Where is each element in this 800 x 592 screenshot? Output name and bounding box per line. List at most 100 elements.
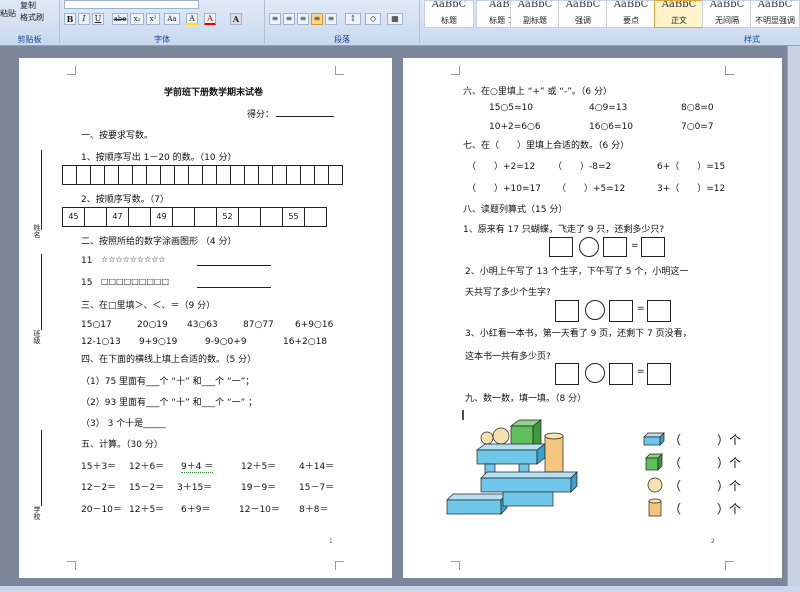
style-strong[interactable]: AaBbC 要点	[606, 0, 656, 28]
font-name-box[interactable]	[64, 0, 199, 9]
char-shading-button[interactable]: A	[230, 13, 242, 25]
answer-box[interactable]	[555, 363, 579, 385]
number-cell[interactable]	[272, 165, 287, 185]
line-spacing-button[interactable]: ↕	[345, 13, 361, 25]
number-cell[interactable]	[286, 165, 301, 185]
number-cell[interactable]	[76, 165, 91, 185]
section-4-heading: 四、在下面的横线上填上合适的数。（5 分）	[81, 355, 257, 365]
sequence-cell[interactable]: 45	[62, 207, 85, 227]
calc-5: 4＋14＝	[299, 462, 335, 472]
page-1[interactable]: 学前班下册数学期末试卷 得分： 一、按要求写数。 1、按顺序写出 1－20 的数…	[19, 58, 392, 578]
answer-box[interactable]	[641, 237, 665, 257]
section-2-heading: 二、按照所给的数字涂画图形 （4 分）	[81, 237, 237, 247]
operator-circle[interactable]	[585, 363, 605, 383]
italic-button[interactable]: I	[78, 13, 90, 25]
answer-box[interactable]	[555, 300, 579, 322]
number-cell[interactable]	[188, 165, 203, 185]
answer-box[interactable]	[647, 363, 671, 385]
change-case-button[interactable]: Aa	[164, 13, 180, 25]
strikethrough-button[interactable]: abe	[112, 13, 128, 25]
score-blank[interactable]	[276, 116, 334, 117]
number-cell[interactable]	[216, 165, 231, 185]
distribute-button[interactable]: ≡	[325, 13, 337, 25]
style-emphasis[interactable]: AaBbC 强调	[558, 0, 608, 28]
number-cell[interactable]	[118, 165, 133, 185]
word-problem-2a: 2、小明上午写了 13 个生字，下午写了 5 个，小明这一	[465, 267, 689, 277]
align-right-button[interactable]: ≡	[297, 13, 309, 25]
page-number: 2	[711, 538, 715, 545]
sequence-cell[interactable]: 49	[150, 207, 173, 227]
sequence-cell[interactable]: 52	[216, 207, 239, 227]
number-cell[interactable]	[300, 165, 315, 185]
count-cylinder[interactable]: （ ）个	[669, 500, 741, 517]
page-2[interactable]: 六、在○里填上 “+” 或 “-”。（6 分） 15○5=10 4○9=13 8…	[403, 58, 782, 578]
font-color-button[interactable]: A	[204, 13, 216, 25]
number-cell[interactable]	[104, 165, 119, 185]
answer-box[interactable]	[549, 237, 573, 257]
justify-button[interactable]: ≡	[311, 13, 323, 25]
style-normal[interactable]: AaBbC 正文	[654, 0, 704, 28]
count-cube[interactable]: （ ）个	[669, 454, 741, 471]
align-center-button[interactable]: ≡	[283, 13, 295, 25]
calc-14: 12－10＝	[239, 505, 280, 515]
sequence-cell[interactable]	[128, 207, 151, 227]
calc-1: 15＋3＝	[81, 462, 117, 472]
section-1-heading: 一、按要求写数。	[81, 131, 154, 141]
font-label: 字体	[154, 35, 170, 44]
number-cell[interactable]	[90, 165, 105, 185]
style-subtle-emphasis[interactable]: AaBbC 不明显强调	[750, 0, 800, 28]
section-5-heading: 五、计算。（30 分）	[81, 440, 163, 450]
sequence-cell[interactable]: 47	[106, 207, 129, 227]
number-cell[interactable]	[132, 165, 147, 185]
word-problem-1: 1、原来有 17 只蝴蝶，飞走了 9 只，还剩多少只?	[463, 225, 665, 235]
sequence-cell[interactable]	[238, 207, 261, 227]
answer-box[interactable]	[603, 237, 627, 257]
count-cuboid[interactable]: （ ）个	[669, 431, 741, 448]
sequence-cell[interactable]	[172, 207, 195, 227]
superscript-button[interactable]: x²	[146, 13, 160, 25]
style-title[interactable]: AaBbC 标题	[424, 0, 474, 28]
number-cell[interactable]	[328, 165, 343, 185]
stars-line[interactable]	[197, 265, 271, 266]
compare-5: 6+9○16	[295, 320, 334, 330]
number-cell[interactable]	[174, 165, 189, 185]
answer-box[interactable]	[609, 300, 633, 322]
number-cell[interactable]	[244, 165, 259, 185]
number-cell[interactable]	[160, 165, 175, 185]
copy-button[interactable]: 复制	[20, 0, 36, 11]
number-cell[interactable]	[258, 165, 273, 185]
align-left-button[interactable]: ≡	[269, 13, 281, 25]
number-cell[interactable]	[230, 165, 245, 185]
count-sphere[interactable]: （ ）个	[669, 477, 741, 494]
bold-button[interactable]: B	[64, 13, 76, 25]
border-button[interactable]: ▦	[387, 13, 403, 25]
sequence-cell[interactable]	[304, 207, 327, 227]
section-1-q1: 1、按顺序写出 1－20 的数。（10 分）	[81, 153, 237, 163]
vertical-scrollbar[interactable]	[787, 46, 800, 592]
sequence-cell[interactable]	[84, 207, 107, 227]
answer-box[interactable]	[609, 363, 633, 385]
operator-circle[interactable]	[585, 300, 605, 320]
squares-line[interactable]	[197, 287, 271, 288]
underline-button[interactable]: U	[92, 13, 104, 25]
status-bar	[0, 586, 800, 592]
styles-label: 样式	[744, 35, 760, 44]
number-cell[interactable]	[202, 165, 217, 185]
paste-button[interactable]: 粘贴	[0, 8, 16, 19]
shading-button[interactable]: ◇	[365, 13, 381, 25]
number-cell[interactable]	[314, 165, 329, 185]
style-no-spacing[interactable]: AaBbC 无间隔	[702, 0, 752, 28]
answer-box[interactable]	[647, 300, 671, 322]
number-cell[interactable]	[62, 165, 77, 185]
sequence-cell[interactable]: 55	[282, 207, 305, 227]
sequence-cell[interactable]	[260, 207, 283, 227]
number-cell[interactable]	[146, 165, 161, 185]
sequence-cell[interactable]	[194, 207, 217, 227]
subscript-button[interactable]: x₂	[130, 13, 144, 25]
operator-circle[interactable]	[579, 237, 599, 257]
binding-line	[41, 150, 42, 230]
format-painter-button[interactable]: 格式刷	[20, 12, 44, 23]
highlight-button[interactable]: A	[186, 13, 198, 25]
style-subtitle[interactable]: AaBbC 副标题	[510, 0, 560, 28]
plusminus-2: 4○9=13	[589, 103, 628, 113]
